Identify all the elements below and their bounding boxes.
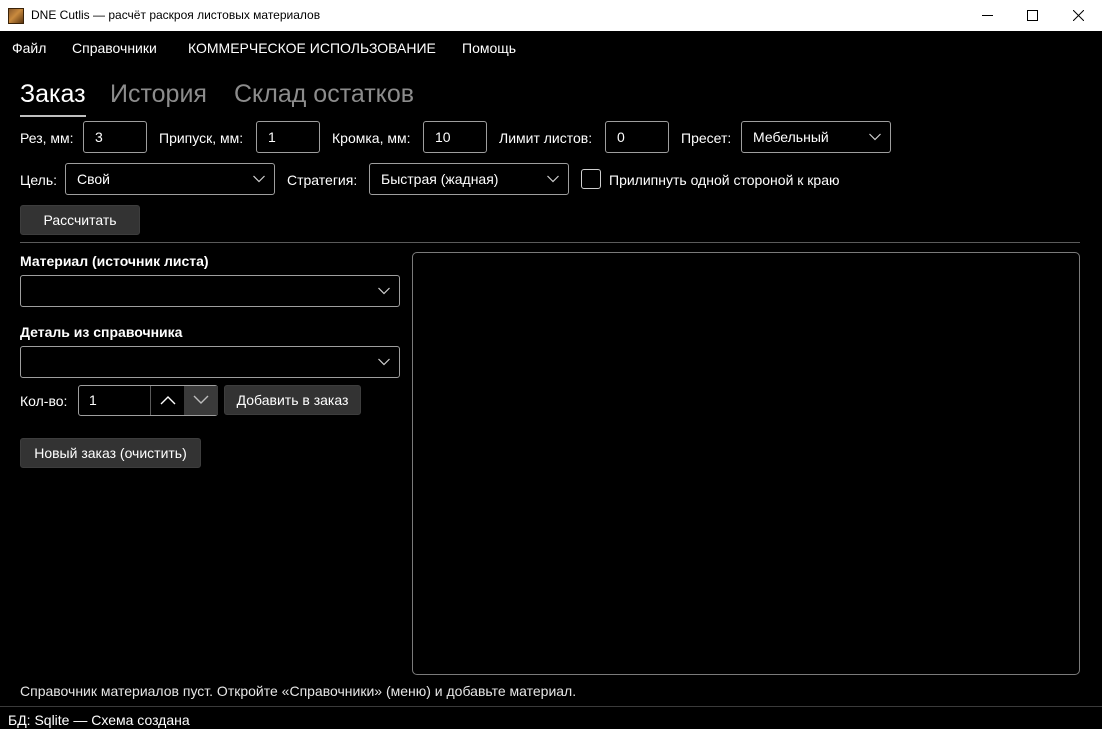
menu-bar: Файл Справочники КОММЕРЧЕСКОЕ ИСПОЛЬЗОВА…	[0, 31, 1102, 65]
maximize-button[interactable]	[1009, 0, 1055, 31]
goal-label: Цель:	[20, 172, 58, 188]
minimize-button[interactable]	[964, 0, 1010, 31]
tab-order[interactable]: Заказ	[20, 80, 86, 109]
app-icon	[8, 8, 24, 24]
material-dropdown[interactable]	[20, 275, 400, 307]
cut-label: Рез, мм:	[20, 130, 74, 146]
section-divider	[20, 242, 1080, 243]
maximize-icon	[1027, 10, 1038, 21]
edge-label: Кромка, мм:	[332, 130, 411, 146]
hint-message: Справочник материалов пуст. Откройте «Сп…	[20, 683, 577, 699]
goal-value: Свой	[77, 171, 110, 187]
window-title: DNE Cutlis — расчёт раскроя листовых мат…	[31, 8, 321, 22]
stick-edge-label[interactable]: Прилипнуть одной стороной к краю	[609, 172, 840, 188]
preset-value: Мебельный	[753, 129, 829, 145]
status-bar-divider	[0, 706, 1102, 707]
chevron-down-icon	[869, 133, 881, 141]
quantity-stepper: 1	[78, 385, 218, 416]
strategy-dropdown[interactable]: Быстрая (жадная)	[369, 163, 569, 195]
close-icon	[1073, 10, 1084, 21]
menu-file[interactable]: Файл	[12, 40, 46, 56]
part-label: Деталь из справочника	[20, 324, 183, 340]
quantity-increment-button[interactable]	[150, 386, 184, 415]
chevron-down-icon	[253, 175, 265, 183]
menu-references[interactable]: Справочники	[72, 40, 157, 56]
allowance-input[interactable]	[256, 121, 320, 153]
preset-dropdown[interactable]: Мебельный	[741, 121, 891, 153]
chevron-up-icon	[160, 396, 176, 405]
chevron-down-icon	[378, 358, 390, 366]
sheet-limit-label: Лимит листов:	[499, 130, 593, 146]
tab-remnants-stock[interactable]: Склад остатков	[234, 80, 414, 109]
chevron-down-icon	[547, 175, 559, 183]
goal-dropdown[interactable]: Свой	[65, 163, 275, 195]
chevron-down-icon	[378, 287, 390, 295]
edge-input[interactable]	[423, 121, 487, 153]
menu-commercial-use[interactable]: КОММЕРЧЕСКОЕ ИСПОЛЬЗОВАНИЕ	[188, 40, 436, 56]
quantity-input[interactable]: 1	[89, 392, 97, 408]
sheet-limit-input[interactable]	[605, 121, 669, 153]
title-bar: DNE Cutlis — расчёт раскроя листовых мат…	[0, 0, 1102, 31]
material-label: Материал (источник листа)	[20, 253, 209, 269]
add-to-order-button[interactable]: Добавить в заказ	[224, 385, 361, 415]
stick-edge-checkbox[interactable]	[581, 169, 601, 189]
chevron-down-icon	[193, 395, 209, 404]
preset-label: Пресет:	[681, 130, 732, 146]
qty-label: Кол-во:	[20, 393, 68, 409]
minimize-icon	[982, 15, 993, 16]
menu-help[interactable]: Помощь	[462, 40, 516, 56]
status-text: БД: Sqlite — Схема создана	[8, 712, 190, 728]
strategy-value: Быстрая (жадная)	[381, 171, 499, 187]
active-tab-indicator	[20, 115, 86, 117]
quantity-decrement-button[interactable]	[184, 386, 218, 415]
strategy-label: Стратегия:	[287, 172, 358, 188]
calculate-button[interactable]: Рассчитать	[20, 205, 140, 235]
allowance-label: Припуск, мм:	[159, 130, 244, 146]
close-button[interactable]	[1055, 0, 1101, 31]
new-order-button[interactable]: Новый заказ (очистить)	[20, 438, 201, 468]
cutting-preview-canvas[interactable]	[412, 252, 1080, 675]
part-dropdown[interactable]	[20, 346, 400, 378]
cut-input[interactable]	[83, 121, 147, 153]
tab-history[interactable]: История	[110, 80, 207, 109]
